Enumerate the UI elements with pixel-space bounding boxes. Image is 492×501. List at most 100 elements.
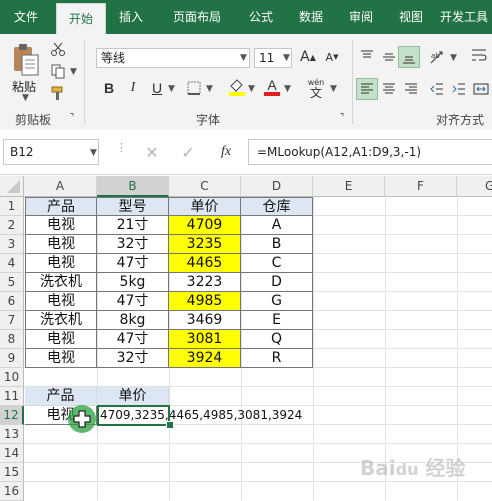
table-cell[interactable]: 型号	[97, 197, 169, 216]
row-header[interactable]: 15	[0, 463, 24, 482]
table-cell[interactable]: 电视	[25, 292, 97, 311]
underline-dropdown-icon[interactable]: ▼	[168, 84, 175, 94]
phonetic-guide-icon[interactable]: wén 文	[304, 76, 328, 100]
align-bottom-icon[interactable]	[398, 46, 420, 68]
tab-view[interactable]: 视图	[388, 0, 434, 34]
column-header-g[interactable]: G	[457, 176, 492, 197]
font-launcher-icon[interactable]: ⌝	[336, 112, 348, 124]
table-cell[interactable]: 47寸	[97, 330, 169, 349]
table-cell[interactable]: 仓库	[241, 197, 313, 216]
column-header-a[interactable]: A	[24, 176, 97, 197]
borders-icon[interactable]	[184, 78, 204, 98]
font-name-dropdown-icon[interactable]: ▼	[240, 53, 247, 63]
clipboard-launcher-icon[interactable]: ⌝	[66, 112, 78, 124]
paste-icon[interactable]	[10, 42, 42, 78]
table-cell[interactable]: 电视	[25, 349, 97, 368]
phonetic-dropdown-icon[interactable]: ▼	[330, 84, 337, 94]
fill-color-icon[interactable]	[226, 76, 248, 98]
copy-icon[interactable]	[48, 62, 68, 80]
row-header[interactable]: 16	[0, 482, 24, 501]
align-top-icon[interactable]	[356, 46, 378, 68]
table-cell[interactable]: 4709	[169, 216, 241, 235]
row-header[interactable]: 9	[0, 349, 24, 368]
row-header[interactable]: 8	[0, 330, 24, 349]
formula-input[interactable]: =MLookup(A12,A1:D9,3,-1)	[248, 139, 492, 165]
align-center-icon[interactable]	[378, 78, 400, 100]
table-cell[interactable]: 32寸	[97, 349, 169, 368]
table-cell[interactable]: 8kg	[97, 311, 169, 330]
enter-icon[interactable]: ✓	[178, 142, 198, 162]
tab-review[interactable]: 审阅	[338, 0, 384, 34]
font-color-icon[interactable]: A	[262, 76, 282, 98]
cut-icon[interactable]	[48, 40, 68, 58]
table-cell[interactable]: 32寸	[97, 235, 169, 254]
borders-dropdown-icon[interactable]: ▼	[206, 84, 213, 94]
font-size-dropdown-icon[interactable]: ▼	[283, 53, 290, 63]
font-color-dropdown-icon[interactable]: ▼	[284, 84, 291, 94]
table-cell[interactable]: 单价	[169, 197, 241, 216]
table-cell[interactable]: 4465	[169, 254, 241, 273]
name-box[interactable]: B12	[3, 139, 99, 165]
row-header[interactable]: 13	[0, 425, 24, 444]
row-header[interactable]: 3	[0, 235, 24, 254]
tab-insert[interactable]: 插入	[108, 0, 154, 34]
table-cell[interactable]: 3469	[169, 311, 241, 330]
column-header-f[interactable]: F	[385, 176, 457, 197]
tab-file[interactable]: 文件	[0, 0, 52, 34]
table-cell[interactable]: R	[241, 349, 313, 368]
row-header[interactable]: 11	[0, 387, 24, 406]
table-cell[interactable]: 5kg	[97, 273, 169, 292]
column-header-e[interactable]: E	[313, 176, 385, 197]
table-cell[interactable]: 电视	[25, 216, 97, 235]
align-left-icon[interactable]	[356, 78, 378, 100]
italic-button[interactable]: I	[124, 78, 142, 98]
wrap-text-icon[interactable]	[468, 44, 490, 66]
table-cell[interactable]: 电视	[25, 235, 97, 254]
row-header[interactable]: 6	[0, 292, 24, 311]
row-header[interactable]: 10	[0, 368, 24, 387]
table-cell[interactable]: A	[241, 216, 313, 235]
row-header[interactable]: 7	[0, 311, 24, 330]
cell-b11[interactable]: 单价	[97, 387, 169, 406]
decrease-indent-icon[interactable]	[426, 78, 448, 100]
cell-a11[interactable]: 产品	[25, 387, 97, 406]
name-box-dropdown-icon[interactable]: ▼	[90, 148, 97, 158]
table-cell[interactable]: 洗衣机	[25, 311, 97, 330]
font-grow-icon[interactable]: A ▲	[298, 46, 318, 68]
tab-formulas[interactable]: 公式	[238, 0, 284, 34]
table-cell[interactable]: C	[241, 254, 313, 273]
tab-home[interactable]: 开始	[56, 3, 106, 34]
table-cell[interactable]: D	[241, 273, 313, 292]
row-header[interactable]: 12	[0, 406, 24, 425]
align-right-icon[interactable]	[400, 78, 422, 100]
increase-indent-icon[interactable]	[448, 78, 470, 100]
insert-function-icon[interactable]: fx	[214, 142, 238, 162]
paste-dropdown-icon[interactable]: ▼	[22, 93, 29, 103]
table-cell[interactable]: Q	[241, 330, 313, 349]
tab-developer[interactable]: 开发工具	[440, 0, 492, 34]
table-cell[interactable]: E	[241, 311, 313, 330]
orientation-dropdown-icon[interactable]: ▼	[450, 53, 457, 63]
table-cell[interactable]: 产品	[25, 197, 97, 216]
table-cell[interactable]: 3924	[169, 349, 241, 368]
underline-button[interactable]: U	[148, 78, 166, 98]
select-all-corner[interactable]	[0, 176, 24, 197]
font-shrink-icon[interactable]: A ▼	[322, 46, 342, 68]
table-cell[interactable]: 洗衣机	[25, 273, 97, 292]
table-cell[interactable]: 21寸	[97, 216, 169, 235]
align-middle-icon[interactable]	[378, 46, 400, 68]
bold-button[interactable]: B	[100, 78, 118, 98]
table-cell[interactable]: 3081	[169, 330, 241, 349]
row-header[interactable]: 1	[0, 197, 24, 216]
column-header-d[interactable]: D	[241, 176, 313, 197]
table-cell[interactable]: 4985	[169, 292, 241, 311]
cancel-icon[interactable]: ✕	[142, 142, 162, 162]
row-header[interactable]: 2	[0, 216, 24, 235]
row-header[interactable]: 5	[0, 273, 24, 292]
font-name-select[interactable]: 等线	[96, 48, 250, 68]
column-header-c[interactable]: C	[169, 176, 241, 197]
copy-dropdown-icon[interactable]: ▼	[70, 67, 77, 77]
tab-data[interactable]: 数据	[288, 0, 334, 34]
row-header[interactable]: 4	[0, 254, 24, 273]
fill-handle[interactable]	[166, 421, 174, 429]
